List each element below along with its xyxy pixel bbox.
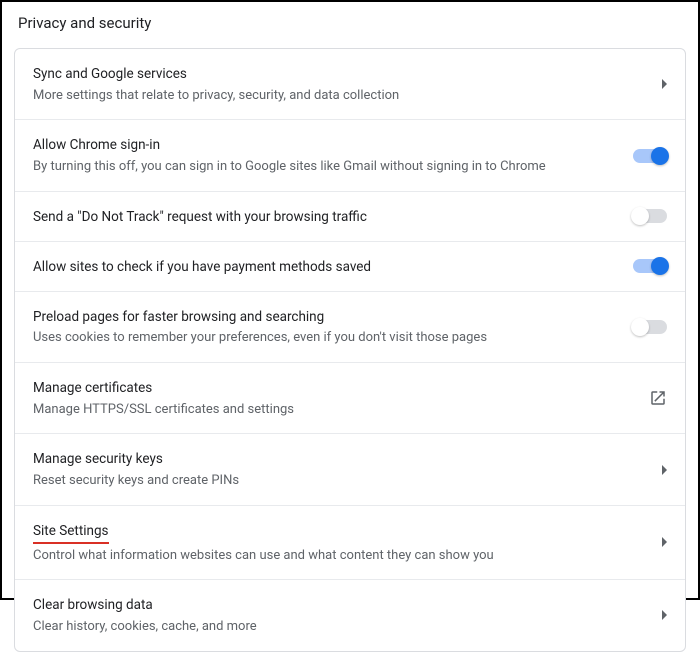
row-title: Send a "Do Not Track" request with your … [33,208,367,227]
toggle-allow-signin[interactable] [633,149,667,163]
row-site-settings[interactable]: Site Settings Control what information w… [15,506,685,580]
row-text: Manage certificates Manage HTTPS/SSL cer… [33,377,649,419]
row-text: Sync and Google services More settings t… [33,63,662,105]
chevron-right-icon [662,465,667,475]
row-payment-methods-check[interactable]: Allow sites to check if you have payment… [15,242,685,292]
row-title: Clear browsing data [33,596,153,615]
row-title: Allow Chrome sign-in [33,136,160,155]
row-text: Manage security keys Reset security keys… [33,448,662,490]
row-title: Manage security keys [33,450,163,469]
row-clear-browsing-data[interactable]: Clear browsing data Clear history, cooki… [15,580,685,650]
chevron-right-icon [662,610,667,620]
row-subtitle: Control what information websites can us… [33,546,650,566]
row-subtitle: Manage HTTPS/SSL certificates and settin… [33,400,637,420]
row-subtitle: Reset security keys and create PINs [33,471,650,491]
row-subtitle: Clear history, cookies, cache, and more [33,617,650,637]
row-text: Site Settings Control what information w… [33,520,662,565]
row-title: Manage certificates [33,379,152,398]
toggle-payment-check[interactable] [633,259,667,273]
row-text: Preload pages for faster browsing and se… [33,306,633,348]
toggle-preload[interactable] [633,320,667,334]
section-title: Privacy and security [18,14,151,32]
row-text: Send a "Do Not Track" request with your … [33,206,633,227]
row-subtitle: By turning this off, you can sign in to … [33,157,621,177]
row-title: Preload pages for faster browsing and se… [33,308,324,327]
row-text: Clear browsing data Clear history, cooki… [33,594,662,636]
chevron-right-icon [662,537,667,547]
row-title: Allow sites to check if you have payment… [33,258,371,277]
row-subtitle: Uses cookies to remember your preference… [33,328,621,348]
external-link-icon [649,389,667,407]
row-text: Allow Chrome sign-in By turning this off… [33,134,633,176]
row-manage-certificates[interactable]: Manage certificates Manage HTTPS/SSL cer… [15,363,685,434]
row-title: Sync and Google services [33,65,187,84]
row-preload-pages[interactable]: Preload pages for faster browsing and se… [15,292,685,363]
row-title: Site Settings [33,522,109,544]
section-header: Privacy and security [2,2,698,40]
row-allow-chrome-signin[interactable]: Allow Chrome sign-in By turning this off… [15,120,685,191]
settings-card: Sync and Google services More settings t… [14,48,686,652]
chevron-right-icon [662,79,667,89]
row-subtitle: More settings that relate to privacy, se… [33,86,650,106]
toggle-do-not-track[interactable] [633,209,667,223]
row-manage-security-keys[interactable]: Manage security keys Reset security keys… [15,434,685,505]
row-text: Allow sites to check if you have payment… [33,256,633,277]
row-sync-google-services[interactable]: Sync and Google services More settings t… [15,49,685,120]
row-do-not-track[interactable]: Send a "Do Not Track" request with your … [15,192,685,242]
